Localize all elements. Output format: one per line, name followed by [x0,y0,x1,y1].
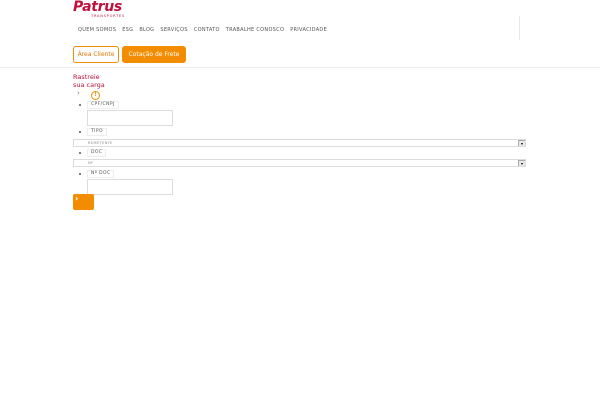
cpf-cnpj-input[interactable] [87,110,173,126]
chevron-down-icon[interactable] [518,140,525,146]
logo-subtext: TRANSPORTES [91,14,126,18]
cotacao-frete-button[interactable]: Cotação de Frete [122,46,186,63]
doc-selected-value: NF [88,161,94,165]
numero-doc-input[interactable] [87,179,173,195]
nav-quem-somos[interactable]: QUEM SOMOS [78,25,116,35]
header-divider [519,16,520,40]
site-header: Patrus TRANSPORTES QUEM SOMOS ESG BLOG S… [0,0,600,68]
bullet [79,131,81,133]
nav-contato[interactable]: CONTATO [194,25,220,35]
bullet [79,173,81,175]
bullet [79,104,81,106]
info-icon[interactable]: ! [91,91,100,100]
tipo-label: TIPO [87,128,107,136]
cpf-cnpj-label: CPF/CNPJ [87,101,119,109]
area-cliente-button[interactable]: Área Cliente [73,46,119,63]
tracking-title: Rastreie sua carga [73,73,105,89]
bullet [79,152,81,154]
nav-esg[interactable]: ESG [122,25,133,35]
tipo-select[interactable]: REMETENTE [73,139,526,147]
numero-doc-label: Nº DOC [87,170,115,178]
tipo-selected-value: REMETENTE [88,141,113,145]
nav-blog[interactable]: BLOG [139,25,154,35]
track-submit-button[interactable]: › [73,194,94,210]
doc-select[interactable]: NF [73,159,526,167]
chevron-down-icon[interactable] [518,160,525,166]
chevron-right-icon: › [75,194,79,203]
logo-text: Patrus [73,0,122,15]
nav-trabalhe-conosco[interactable]: TRABALHE CONOSCO [226,25,284,35]
patrus-logo[interactable]: Patrus TRANSPORTES [73,0,125,18]
nav-privacidade[interactable]: PRIVACIDADE [290,25,327,35]
doc-label: DOC [87,149,107,157]
main-nav: QUEM SOMOS ESG BLOG SERVIÇOS CONTATO TRA… [78,25,333,35]
nav-servicos[interactable]: SERVIÇOS [160,25,187,35]
chevron-right-icon[interactable]: › [77,89,80,97]
